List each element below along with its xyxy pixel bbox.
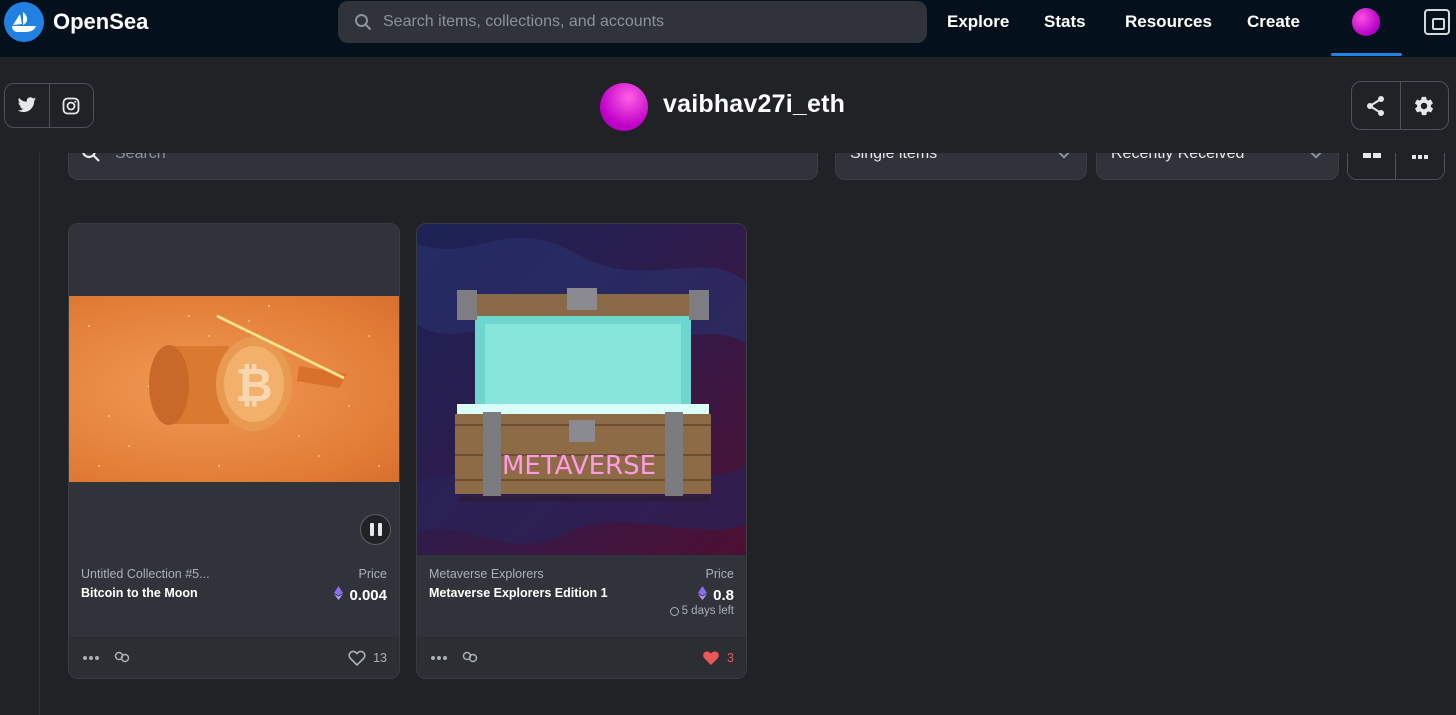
share-icon[interactable] bbox=[1352, 82, 1400, 129]
card-footer: 13 bbox=[69, 637, 399, 678]
bitcoin-coin-artwork: ₿ bbox=[69, 296, 399, 482]
clock-icon bbox=[669, 606, 679, 616]
like-button[interactable]: 13 bbox=[348, 650, 387, 666]
nft-info: Untitled Collection #5... Bitcoin to the… bbox=[69, 555, 399, 637]
more-options-icon[interactable] bbox=[83, 656, 101, 660]
search-placeholder: Search items, collections, and accounts bbox=[383, 13, 665, 30]
price-amount: 0.8 bbox=[713, 586, 734, 604]
time-left-text: 5 days left bbox=[681, 605, 734, 617]
price-amount: 0.004 bbox=[349, 586, 387, 604]
gear-icon[interactable] bbox=[1399, 82, 1448, 129]
nft-title[interactable]: Bitcoin to the Moon bbox=[81, 586, 198, 600]
top-nav: OpenSea Search items, collections, and a… bbox=[0, 0, 1456, 57]
twitter-icon[interactable] bbox=[5, 84, 49, 127]
card-footer: 3 bbox=[417, 637, 746, 678]
nft-card[interactable]: METAVERSE Metaverse Explorers Metaverse … bbox=[416, 223, 747, 679]
nft-info: Metaverse Explorers Metaverse Explorers … bbox=[417, 555, 746, 637]
price-label: Price bbox=[358, 567, 387, 581]
ethereum-icon bbox=[698, 586, 708, 604]
heart-outline-icon bbox=[348, 650, 366, 666]
heart-filled-icon bbox=[703, 651, 719, 665]
like-button[interactable]: 3 bbox=[702, 650, 734, 666]
nav-explore[interactable]: Explore bbox=[947, 12, 1009, 32]
like-count: 3 bbox=[727, 651, 734, 665]
active-nav-indicator bbox=[1331, 53, 1402, 56]
link-icon[interactable] bbox=[462, 650, 478, 669]
price-label: Price bbox=[705, 567, 734, 581]
nav-resources[interactable]: Resources bbox=[1125, 12, 1212, 32]
collection-name[interactable]: Metaverse Explorers bbox=[429, 567, 544, 581]
auction-time-left: 5 days left bbox=[669, 605, 734, 617]
search-icon bbox=[352, 11, 374, 33]
price-value: 0.8 bbox=[698, 586, 734, 604]
instagram-icon[interactable] bbox=[48, 84, 93, 127]
profile-username: vaibhav27i_eth bbox=[663, 90, 846, 118]
collection-name[interactable]: Untitled Collection #5... bbox=[81, 567, 210, 581]
link-icon[interactable] bbox=[114, 650, 130, 669]
nav-stats[interactable]: Stats bbox=[1044, 12, 1086, 32]
nft-title[interactable]: Metaverse Explorers Edition 1 bbox=[429, 586, 608, 600]
treasure-chest-artwork: METAVERSE bbox=[417, 224, 746, 555]
brand-name[interactable]: OpenSea bbox=[53, 9, 148, 35]
wallet-icon[interactable] bbox=[1424, 9, 1450, 35]
pause-button[interactable] bbox=[360, 514, 391, 545]
social-links bbox=[4, 83, 94, 128]
global-search-input[interactable]: Search items, collections, and accounts bbox=[338, 1, 927, 43]
chest-label: METAVERSE bbox=[502, 451, 656, 481]
price-value: 0.004 bbox=[334, 586, 387, 604]
nft-media: ₿ bbox=[69, 224, 399, 555]
ethereum-icon bbox=[334, 586, 344, 604]
like-count: 13 bbox=[373, 651, 387, 665]
svg-text:₿: ₿ bbox=[235, 358, 273, 412]
nft-card[interactable]: ₿ Untitled Collection #5... Bitcoin to t… bbox=[68, 223, 400, 679]
profile-header: vaibhav27i_eth bbox=[0, 57, 1456, 153]
profile-actions bbox=[1351, 81, 1449, 130]
nav-create[interactable]: Create bbox=[1247, 12, 1300, 32]
profile-avatar-button[interactable] bbox=[1352, 8, 1380, 36]
profile-avatar bbox=[600, 83, 648, 131]
opensea-logo-icon[interactable] bbox=[4, 2, 44, 42]
sidebar-collapsed bbox=[0, 153, 40, 715]
more-options-icon[interactable] bbox=[431, 656, 449, 660]
nft-media: METAVERSE bbox=[417, 224, 746, 555]
